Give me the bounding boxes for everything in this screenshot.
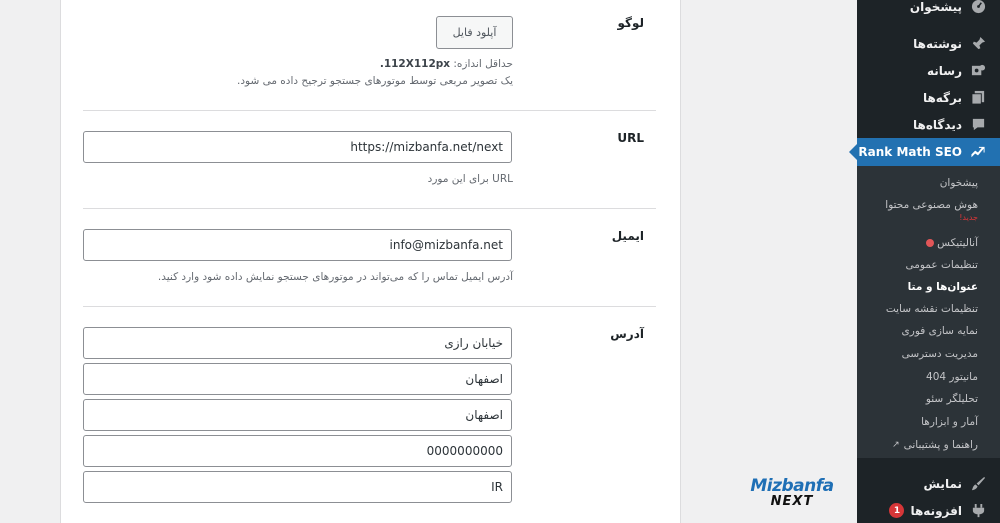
- menu-dashboard[interactable]: پیشخوان: [857, 0, 1000, 20]
- menu-appearance-label: نمایش: [923, 476, 962, 491]
- submenu-status-tools[interactable]: آمار و ابزارها: [857, 411, 1000, 433]
- address-postal-code-input[interactable]: [83, 435, 512, 467]
- menu-plugins[interactable]: افزونه‌ها 1: [857, 497, 1000, 523]
- logo-hint: یک تصویر مربعی توسط موتورهای جستجو ترجیح…: [237, 75, 513, 87]
- comment-icon: [970, 117, 986, 133]
- submenu-dashboard[interactable]: پیشخوان: [857, 172, 1000, 194]
- logo-line1: Mizbanfa: [750, 476, 834, 496]
- address-state-input[interactable]: [83, 399, 512, 431]
- notification-dot: [926, 239, 935, 247]
- submenu-analytics[interactable]: آنالیتیکس: [857, 232, 1000, 254]
- menu-pages-label: برگه‌ها: [922, 90, 962, 105]
- submenu-seo-analyzer[interactable]: تحلیلگر سئو: [857, 388, 1000, 410]
- email-label: ایمیل: [611, 229, 644, 243]
- upload-file-button[interactable]: آپلود فایل: [436, 16, 513, 49]
- logo-min-size-text: حداقل اندازه: 112X112px.: [380, 58, 513, 70]
- submenu-titles-meta[interactable]: عنوان‌ها و متا: [857, 276, 1000, 298]
- email-input[interactable]: [83, 229, 512, 261]
- logo-min-size-prefix: حداقل اندازه:: [450, 58, 513, 70]
- logo-min-size-value: 112X112px.: [379, 58, 451, 70]
- submenu-instant-indexing[interactable]: نمایه سازی فوری: [857, 320, 1000, 342]
- url-label: URL: [617, 131, 644, 145]
- url-hint: URL برای این مورد: [427, 173, 513, 185]
- divider: [83, 110, 656, 111]
- new-tag: جدید!: [959, 213, 978, 222]
- submenu-help[interactable]: راهنما و پشتیبانی ↗: [857, 434, 1000, 456]
- logo-line2: NEXT: [770, 494, 814, 509]
- address-label: آدرس: [610, 327, 644, 341]
- submenu-analytics-label: آنالیتیکس: [937, 237, 978, 249]
- email-hint: آدرس ایمیل تماس را که می‌تواند در موتوره…: [157, 271, 513, 283]
- menu-plugins-label: افزونه‌ها: [910, 503, 962, 518]
- submenu-404-monitor[interactable]: مانیتور 404: [857, 366, 1000, 388]
- mizbanfa-logo: Mizbanfa NEXT: [746, 478, 838, 512]
- external-link-icon: ↗: [892, 440, 900, 450]
- logo-label: لوگو: [617, 16, 644, 30]
- address-country-input[interactable]: [83, 471, 512, 503]
- plugins-update-badge: 1: [889, 503, 905, 518]
- menu-pages[interactable]: برگه‌ها: [857, 84, 1000, 111]
- media-icon: [970, 63, 986, 79]
- pages-icon: [970, 90, 986, 106]
- rank-math-icon: [970, 144, 986, 160]
- menu-comments[interactable]: دیدگاه‌ها: [857, 111, 1000, 138]
- divider: [83, 208, 656, 209]
- divider: [83, 306, 656, 307]
- admin-sidebar: پیشخوان نوشته‌ها رسانه برگه‌ها دیدگاه‌ها…: [849, 0, 1000, 523]
- address-city-input[interactable]: [83, 363, 512, 395]
- submenu-ai-content[interactable]: هوش مصنوعی محتوا: [857, 194, 1000, 216]
- menu-appearance[interactable]: نمایش: [857, 470, 1000, 497]
- menu-dashboard-label: پیشخوان: [909, 0, 962, 14]
- menu-rank-math-label: Rank Math SEO: [858, 145, 962, 159]
- pin-icon: [970, 36, 986, 52]
- submenu-sitemap-settings[interactable]: تنظیمات نقشه سایت: [857, 298, 1000, 320]
- menu-media[interactable]: رسانه: [857, 57, 1000, 84]
- dashboard-icon: [970, 0, 986, 15]
- menu-rank-math-seo[interactable]: Rank Math SEO: [849, 138, 1000, 166]
- menu-posts[interactable]: نوشته‌ها: [857, 30, 1000, 57]
- menu-media-label: رسانه: [927, 63, 962, 78]
- menu-comments-label: دیدگاه‌ها: [913, 117, 962, 132]
- address-street-input[interactable]: [83, 327, 512, 359]
- brush-icon: [970, 476, 986, 492]
- submenu-help-label: راهنما و پشتیبانی: [903, 439, 978, 451]
- menu-posts-label: نوشته‌ها: [913, 36, 962, 51]
- rank-math-submenu: پیشخوان هوش مصنوعی محتوا آنالیتیکس تنظیم…: [857, 166, 1000, 458]
- submenu-role-manager[interactable]: مدیریت دسترسی: [857, 343, 1000, 365]
- submenu-general-settings[interactable]: تنظیمات عمومی: [857, 254, 1000, 276]
- active-menu-arrow: [849, 144, 857, 160]
- url-input[interactable]: [83, 131, 512, 163]
- plugin-icon: [970, 503, 986, 519]
